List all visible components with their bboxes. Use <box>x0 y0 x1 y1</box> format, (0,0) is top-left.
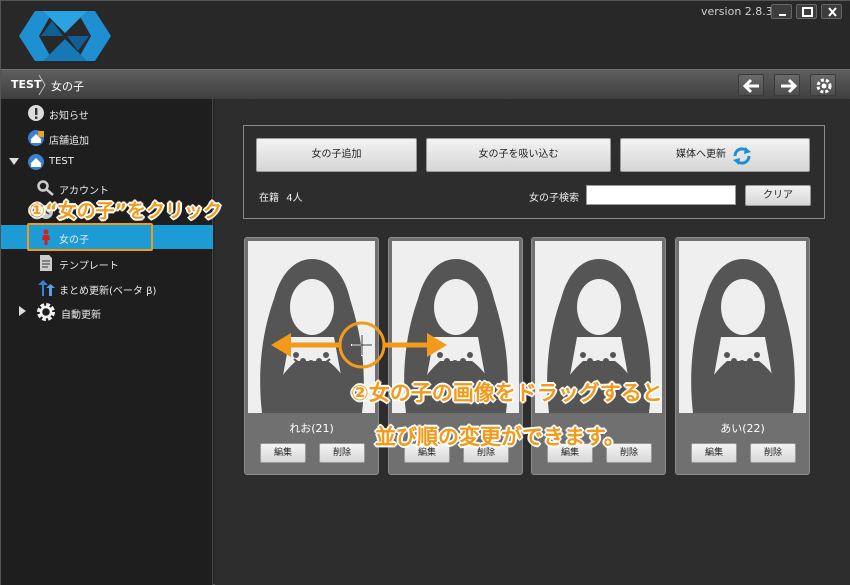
app-logo <box>19 11 111 61</box>
edit-button[interactable]: 編集 <box>691 443 737 463</box>
sidebar-item-news[interactable]: お知らせ <box>1 101 213 125</box>
edit-button[interactable]: 編集 <box>260 443 306 463</box>
close-button[interactable] <box>821 4 842 19</box>
arrow-left-icon <box>742 78 759 94</box>
sidebar-item-auto-update[interactable]: 自動更新 <box>1 300 213 324</box>
arrow-right-icon <box>781 78 798 94</box>
sidebar: お知らせ 店舗追加 TEST アカウント 出 女の子 テンプレート まとめ更新(… <box>1 99 213 585</box>
enrolled-value: 4人 <box>286 193 303 204</box>
home-icon <box>28 154 44 170</box>
girl-photo[interactable] <box>679 241 806 413</box>
sidebar-highlight-box <box>27 223 153 251</box>
sidebar-item-label: 自動更新 <box>61 310 101 321</box>
settings-button[interactable] <box>810 74 836 96</box>
sidebar-item-label: テンプレート <box>59 261 119 272</box>
sidebar-item-template[interactable]: テンプレート <box>1 251 213 275</box>
drag-arrow-overlay <box>271 321 447 369</box>
clear-button[interactable]: クリア <box>745 185 811 206</box>
add-store-icon <box>28 130 44 146</box>
sidebar-item-label: アカウント <box>59 186 109 197</box>
minimize-icon <box>779 14 786 16</box>
info-icon <box>28 105 44 121</box>
sidebar-item-label: 店舗追加 <box>49 136 89 147</box>
delete-button[interactable]: 削除 <box>750 443 796 463</box>
refresh-icon <box>733 147 751 165</box>
forward-button[interactable] <box>774 74 800 96</box>
annotation-step2-line2: 並び順の変更ができます。 <box>375 425 625 449</box>
sidebar-item-bulk-update[interactable]: まとめ更新(ベータ β) <box>1 276 213 300</box>
import-girls-button[interactable]: 女の子を吸い込む <box>426 138 611 172</box>
version-label: version 2.8.3 <box>701 5 773 18</box>
bulk-update-icon <box>38 280 55 296</box>
girl-name: あい(22) <box>720 422 765 435</box>
sidebar-item-label: まとめ更新(ベータ β) <box>59 286 157 297</box>
search-input[interactable] <box>586 185 736 205</box>
breadcrumb-current[interactable]: 女の子 <box>51 78 84 94</box>
chevron-right-icon <box>38 74 46 96</box>
back-button[interactable] <box>738 74 764 96</box>
gear-icon <box>816 78 832 94</box>
maximize-button[interactable] <box>796 4 817 19</box>
add-girl-button[interactable]: 女の子追加 <box>256 138 417 172</box>
girl-name: れお(21) <box>289 422 334 435</box>
sidebar-item-label: お知らせ <box>49 111 89 122</box>
update-media-label: 媒体へ更新 <box>676 149 726 160</box>
app-window: version 2.8.3 TEST 女の子 お知らせ 店舗追加 TEST アカ… <box>0 0 850 585</box>
document-icon <box>40 255 52 271</box>
delete-button[interactable]: 削除 <box>319 443 365 463</box>
avatar-silhouette-icon <box>691 259 795 413</box>
close-icon <box>828 7 837 17</box>
girl-card[interactable]: あい(22) 編集 削除 <box>675 237 810 475</box>
sidebar-item-test[interactable]: TEST <box>1 150 213 174</box>
breadcrumb: TEST 女の子 <box>1 69 850 99</box>
annotation-step1: ①“女の子”をクリック <box>29 200 223 222</box>
title-bar: version 2.8.3 <box>1 1 850 69</box>
search-label: 女の子検索 <box>529 193 579 204</box>
sidebar-item-label: TEST <box>49 156 74 167</box>
key-icon <box>37 180 54 196</box>
gear-icon <box>37 303 55 321</box>
enrolled-label: 在籍 <box>259 193 279 204</box>
sidebar-item-add-store[interactable]: 店舗追加 <box>1 126 213 150</box>
enrolled-count: 在籍 4人 <box>259 189 303 204</box>
minimize-button[interactable] <box>771 4 792 19</box>
annotation-step2-line1: ②女の子の画像をドラッグすると <box>351 381 663 405</box>
update-media-button[interactable]: 媒体へ更新 <box>620 138 810 172</box>
maximize-icon <box>802 7 813 17</box>
